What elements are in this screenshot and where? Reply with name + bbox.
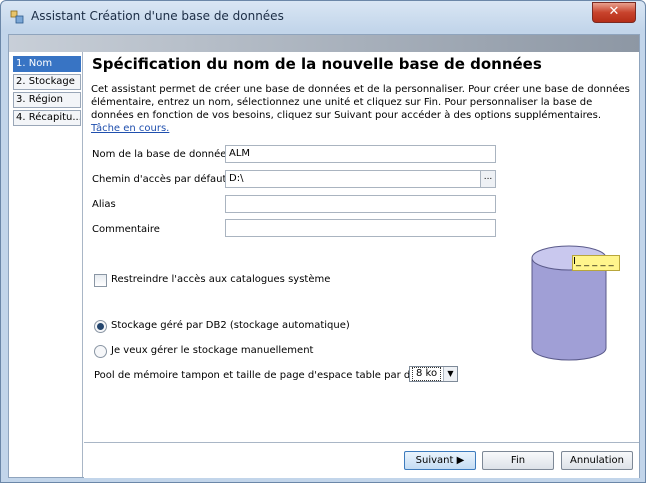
storage-manual-label[interactable]: Je veux gérer le stockage manuellement <box>111 345 313 356</box>
wizard-window: Assistant Création d'une base de données… <box>0 0 646 483</box>
nav-step-name[interactable]: 1. Nom <box>13 56 81 72</box>
intro-text: Cet assistant permet de créer une base d… <box>91 83 631 135</box>
intro-paragraph: Cet assistant permet de créer une base d… <box>91 84 630 121</box>
comment-input[interactable] <box>225 219 496 237</box>
text-cursor-tooltip: I_ _ _ _ _ <box>572 255 620 271</box>
cancel-button[interactable]: Annulation <box>561 451 633 470</box>
arrow-right-icon: ▶ <box>456 455 465 466</box>
title-bar[interactable]: Assistant Création d'une base de données… <box>1 1 645 31</box>
bufferpool-label: Pool de mémoire tampon et taille de page… <box>94 370 437 381</box>
header-banner <box>9 35 639 52</box>
step-navigation: 1. Nom 2. Stockage 3. Région 4. Récapitu… <box>9 52 83 477</box>
browse-button[interactable]: ... <box>480 171 495 187</box>
main-panel: Spécification du nom de la nouvelle base… <box>84 52 639 442</box>
alias-input[interactable] <box>225 195 496 213</box>
next-label: Suivant <box>415 455 454 466</box>
close-icon: ✕ <box>608 4 620 19</box>
storage-auto-radio[interactable] <box>94 320 107 333</box>
default-path-label: Chemin d'accès par défaut <box>92 174 227 185</box>
comment-label: Commentaire <box>92 224 160 235</box>
storage-auto-label[interactable]: Stockage géré par DB2 (stockage automati… <box>111 320 350 331</box>
chevron-down-icon[interactable]: ▼ <box>443 367 457 381</box>
default-path-value: D:\ <box>229 173 244 184</box>
page-title: Spécification du nom de la nouvelle base… <box>92 55 542 73</box>
button-bar: Suivant ▶ Fin Annulation <box>84 442 639 478</box>
bufferpool-value: 8 ko <box>412 367 442 381</box>
nav-step-summary[interactable]: 4. Récapitu... <box>13 110 81 126</box>
bufferpool-select[interactable]: 8 ko ▼ <box>409 366 458 382</box>
db-name-input[interactable]: ALM <box>225 145 496 163</box>
alias-label: Alias <box>92 199 116 210</box>
close-button[interactable]: ✕ <box>592 2 636 23</box>
wizard-client: 1. Nom 2. Stockage 3. Région 4. Récapitu… <box>8 34 640 478</box>
restrict-catalog-checkbox[interactable] <box>94 274 107 287</box>
window-title: Assistant Création d'une base de données <box>31 9 284 23</box>
current-task-link[interactable]: Tâche en cours. <box>91 123 169 134</box>
storage-manual-radio[interactable] <box>94 345 107 358</box>
restrict-catalog-label[interactable]: Restreindre l'accès aux catalogues systè… <box>111 274 330 285</box>
nav-step-region[interactable]: 3. Région <box>13 92 81 108</box>
next-button[interactable]: Suivant ▶ <box>404 451 476 470</box>
wizard-app-icon <box>10 10 24 24</box>
nav-step-storage[interactable]: 2. Stockage <box>13 74 81 90</box>
db-name-label: Nom de la base de données <box>92 149 232 160</box>
finish-button[interactable]: Fin <box>482 451 554 470</box>
default-path-input[interactable]: D:\ ... <box>225 170 496 188</box>
